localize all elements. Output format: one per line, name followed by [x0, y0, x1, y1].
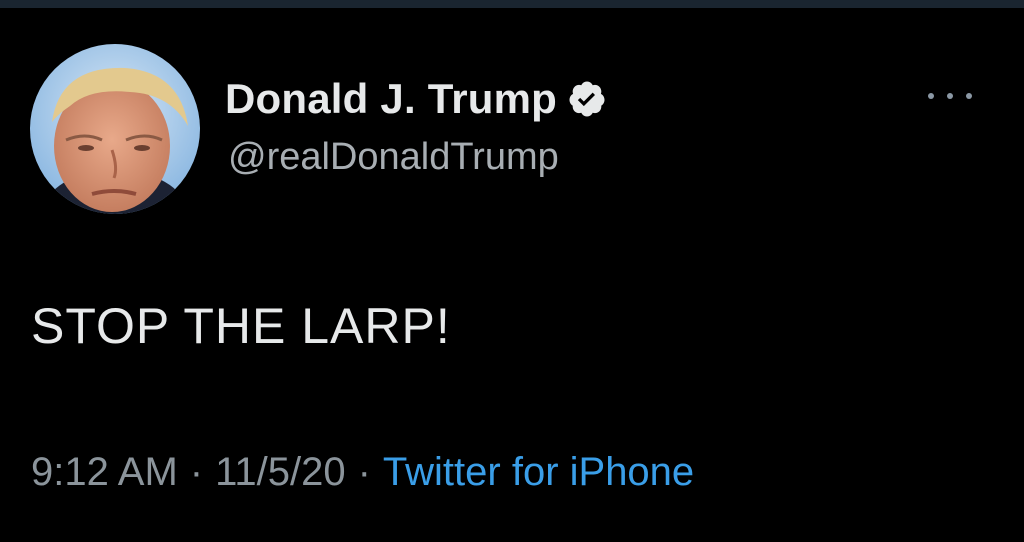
more-options-icon-dot — [947, 93, 953, 99]
display-name[interactable]: Donald J. Trump — [225, 75, 557, 123]
meta-separator: · — [189, 450, 204, 494]
verified-badge-icon — [567, 79, 607, 119]
handle[interactable]: @realDonaldTrump — [228, 136, 559, 179]
tweet-date[interactable]: 11/5/20 — [215, 450, 346, 495]
tweet-source-link[interactable]: Twitter for iPhone — [383, 450, 694, 495]
more-options-button[interactable] — [928, 84, 972, 108]
avatar-image — [30, 44, 200, 214]
meta-separator: · — [357, 450, 371, 494]
tweet-time[interactable]: 9:12 AM — [31, 450, 178, 495]
tweet-meta: 9:12 AM · 11/5/20 · Twitter for iPhone — [31, 450, 694, 495]
avatar[interactable] — [30, 44, 200, 214]
tweet-card: Donald J. Trump @realDonaldTrump STOP TH… — [0, 0, 1024, 542]
tweet-text: STOP THE LARP! — [31, 298, 451, 354]
top-strip — [0, 0, 1024, 8]
name-row: Donald J. Trump — [225, 72, 607, 126]
more-options-icon-dot — [928, 93, 934, 99]
more-options-icon-dot — [966, 93, 972, 99]
